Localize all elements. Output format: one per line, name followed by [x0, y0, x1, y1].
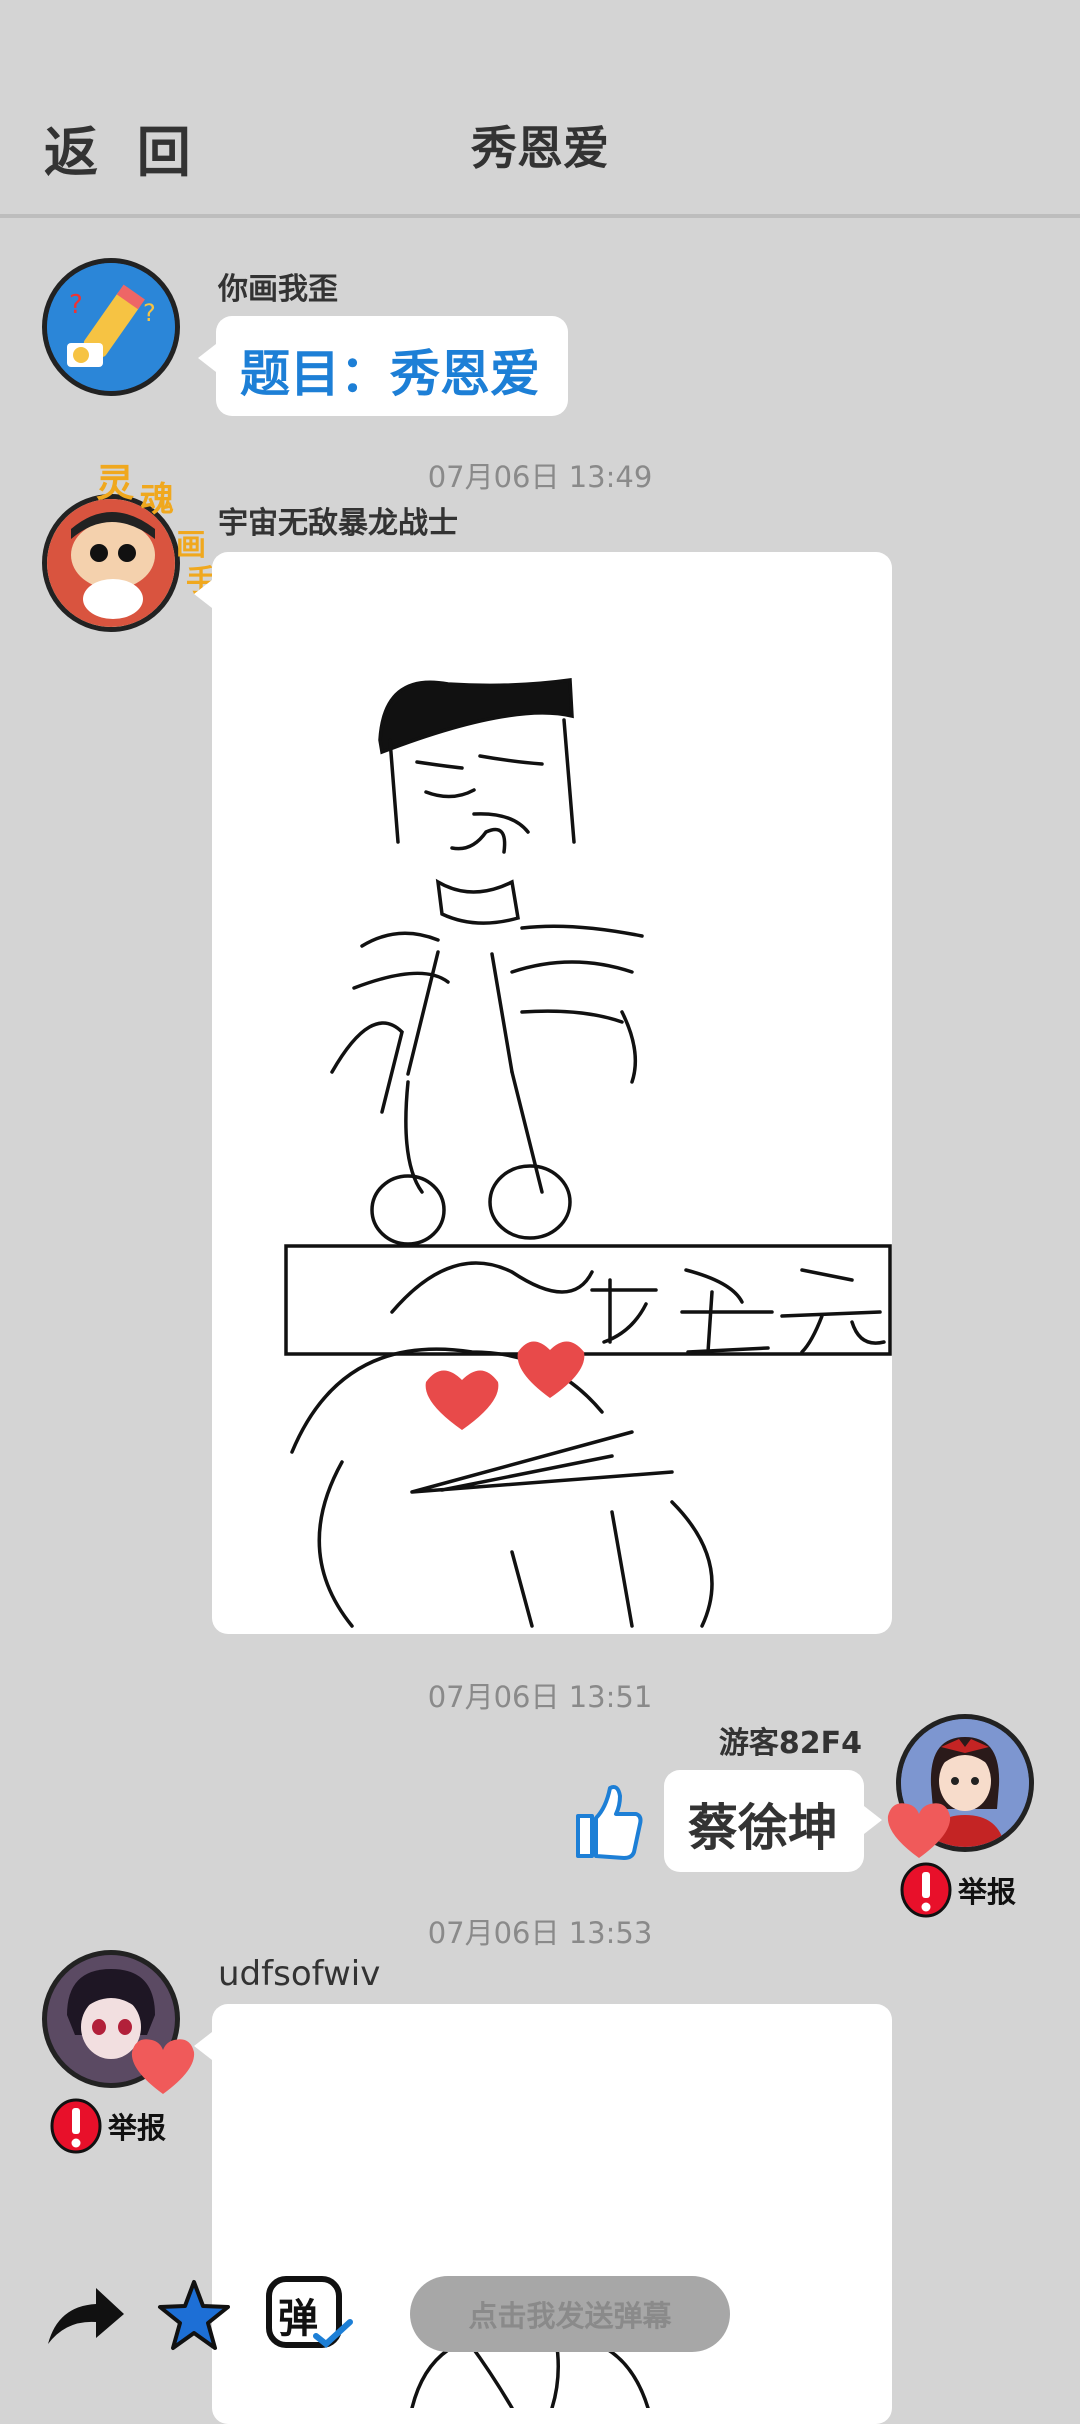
- like-heart-icon[interactable]: [128, 2036, 198, 2096]
- header: 返 回 秀恩爱: [0, 0, 1080, 218]
- report-label: 举报: [958, 1875, 1017, 1909]
- username: udfsofwiv: [218, 1954, 381, 1994]
- danmu-input[interactable]: 点击我发送弹幕: [410, 2276, 730, 2352]
- danmu-toggle-icon[interactable]: 弹: [262, 2272, 354, 2356]
- share-arrow-icon[interactable]: [44, 2282, 128, 2348]
- drawing-canvas: [284, 678, 892, 1628]
- username: 你画我歪: [218, 272, 338, 307]
- topic-text: 题目：秀恩爱: [240, 345, 540, 403]
- report-button[interactable]: 举报: [50, 2098, 166, 2154]
- badge-soul-painter: 灵 魂 画 手: [92, 452, 222, 599]
- report-label: 举报: [108, 2111, 167, 2145]
- timestamp: 07月06日 13:51: [427, 1680, 653, 1714]
- guess-text: 蔡徐坤: [688, 1799, 838, 1857]
- drawing-bubble[interactable]: [194, 552, 892, 1634]
- username: 游客82F4: [718, 1726, 862, 1761]
- username: 宇宙无敌暴龙战士: [218, 506, 458, 541]
- thumbs-up-icon[interactable]: [572, 1780, 644, 1860]
- topic-bubble: 题目：秀恩爱: [198, 316, 568, 416]
- timestamp: 07月06日 13:53: [427, 1916, 653, 1950]
- badge-char-2: 魂: [140, 480, 174, 520]
- pencil-logo-icon: ? ?: [47, 263, 175, 391]
- guess-bubble: 蔡徐坤: [664, 1770, 882, 1872]
- like-heart-icon[interactable]: [884, 1800, 954, 1860]
- badge-char-1: 灵: [96, 461, 135, 505]
- svg-text:?: ?: [143, 299, 156, 327]
- page-title: 秀恩爱: [471, 121, 609, 175]
- star-icon[interactable]: [156, 2278, 232, 2352]
- exclamation-icon: [50, 2098, 102, 2154]
- svg-text:?: ?: [69, 290, 83, 320]
- check-icon: [313, 2319, 353, 2348]
- avatar-system[interactable]: ? ?: [42, 258, 180, 396]
- danmu-placeholder: 点击我发送弹幕: [468, 2299, 672, 2333]
